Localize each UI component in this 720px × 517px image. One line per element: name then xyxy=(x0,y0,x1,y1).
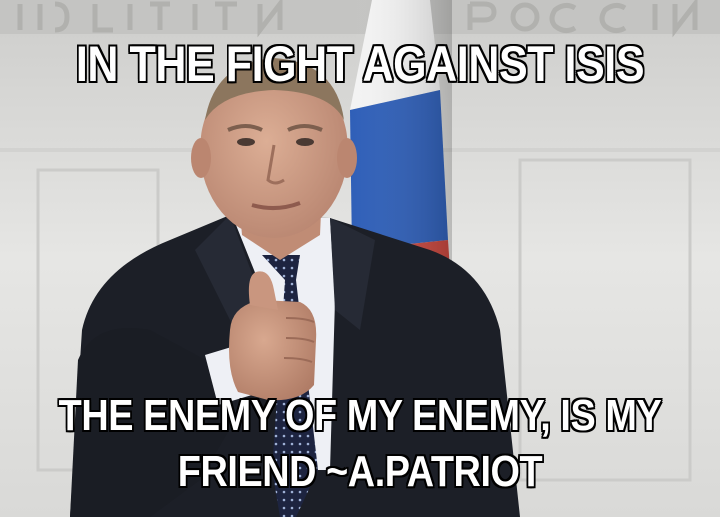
meme-image: IN THE FIGHT AGAINST ISIS THE ENEMY OF M… xyxy=(0,0,720,517)
meme-bottom-caption-line-1: THE ENEMY OF MY ENEMY, IS MY xyxy=(58,390,663,441)
ear-right xyxy=(337,138,357,178)
meme-bottom-caption-line-2: FRIEND ~A.PATRIOT xyxy=(177,446,544,497)
fist xyxy=(229,300,317,401)
eye-left xyxy=(237,138,255,146)
eye-right xyxy=(296,138,314,146)
meme-bottom-caption: THE ENEMY OF MY ENEMY, IS MY FRIEND ~A.P… xyxy=(50,388,669,500)
meme-top-caption: IN THE FIGHT AGAINST ISIS xyxy=(75,35,645,93)
ear-left xyxy=(191,138,211,178)
